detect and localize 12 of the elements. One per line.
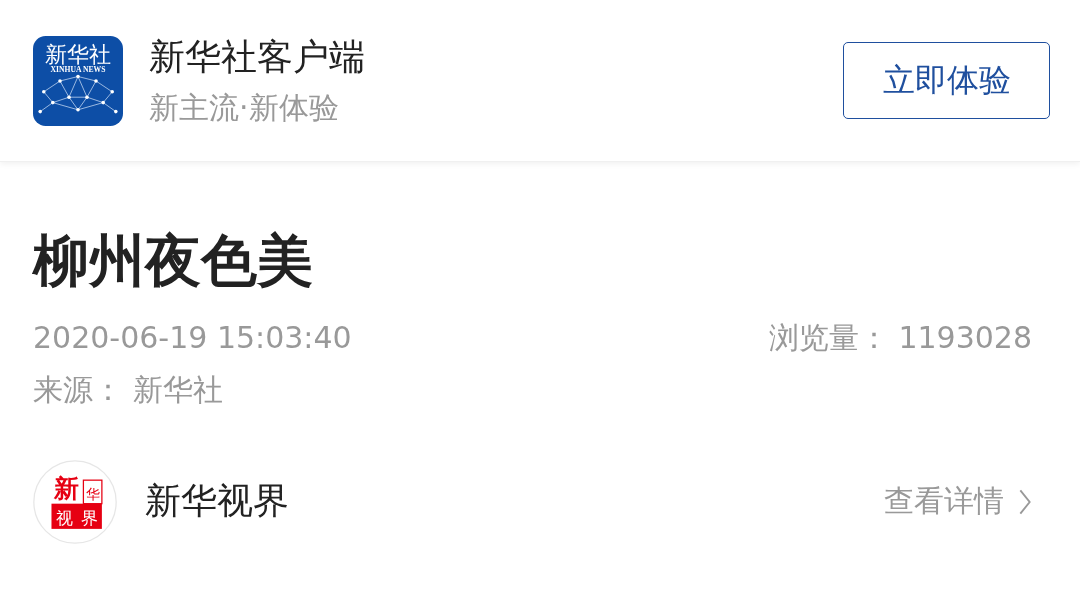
source-name: 新华社	[132, 371, 223, 407]
account-name: 新华视界	[145, 479, 289, 524]
app-slogan: 新主流·新体验	[149, 88, 340, 127]
app-name: 新华社客户端	[149, 34, 365, 79]
account-avatar-icon: 新 华 视 界	[33, 459, 117, 544]
chevron-right-icon	[1018, 487, 1032, 516]
views-count: 1193028	[898, 319, 1032, 355]
article-title: 柳州夜色美	[33, 230, 314, 292]
publish-date: 2020-06-19 15:03:40	[33, 319, 352, 356]
try-now-button[interactable]: 立即体验	[843, 42, 1050, 119]
views-label: 浏览量：	[768, 319, 889, 355]
source-label: 来源：	[33, 371, 123, 407]
